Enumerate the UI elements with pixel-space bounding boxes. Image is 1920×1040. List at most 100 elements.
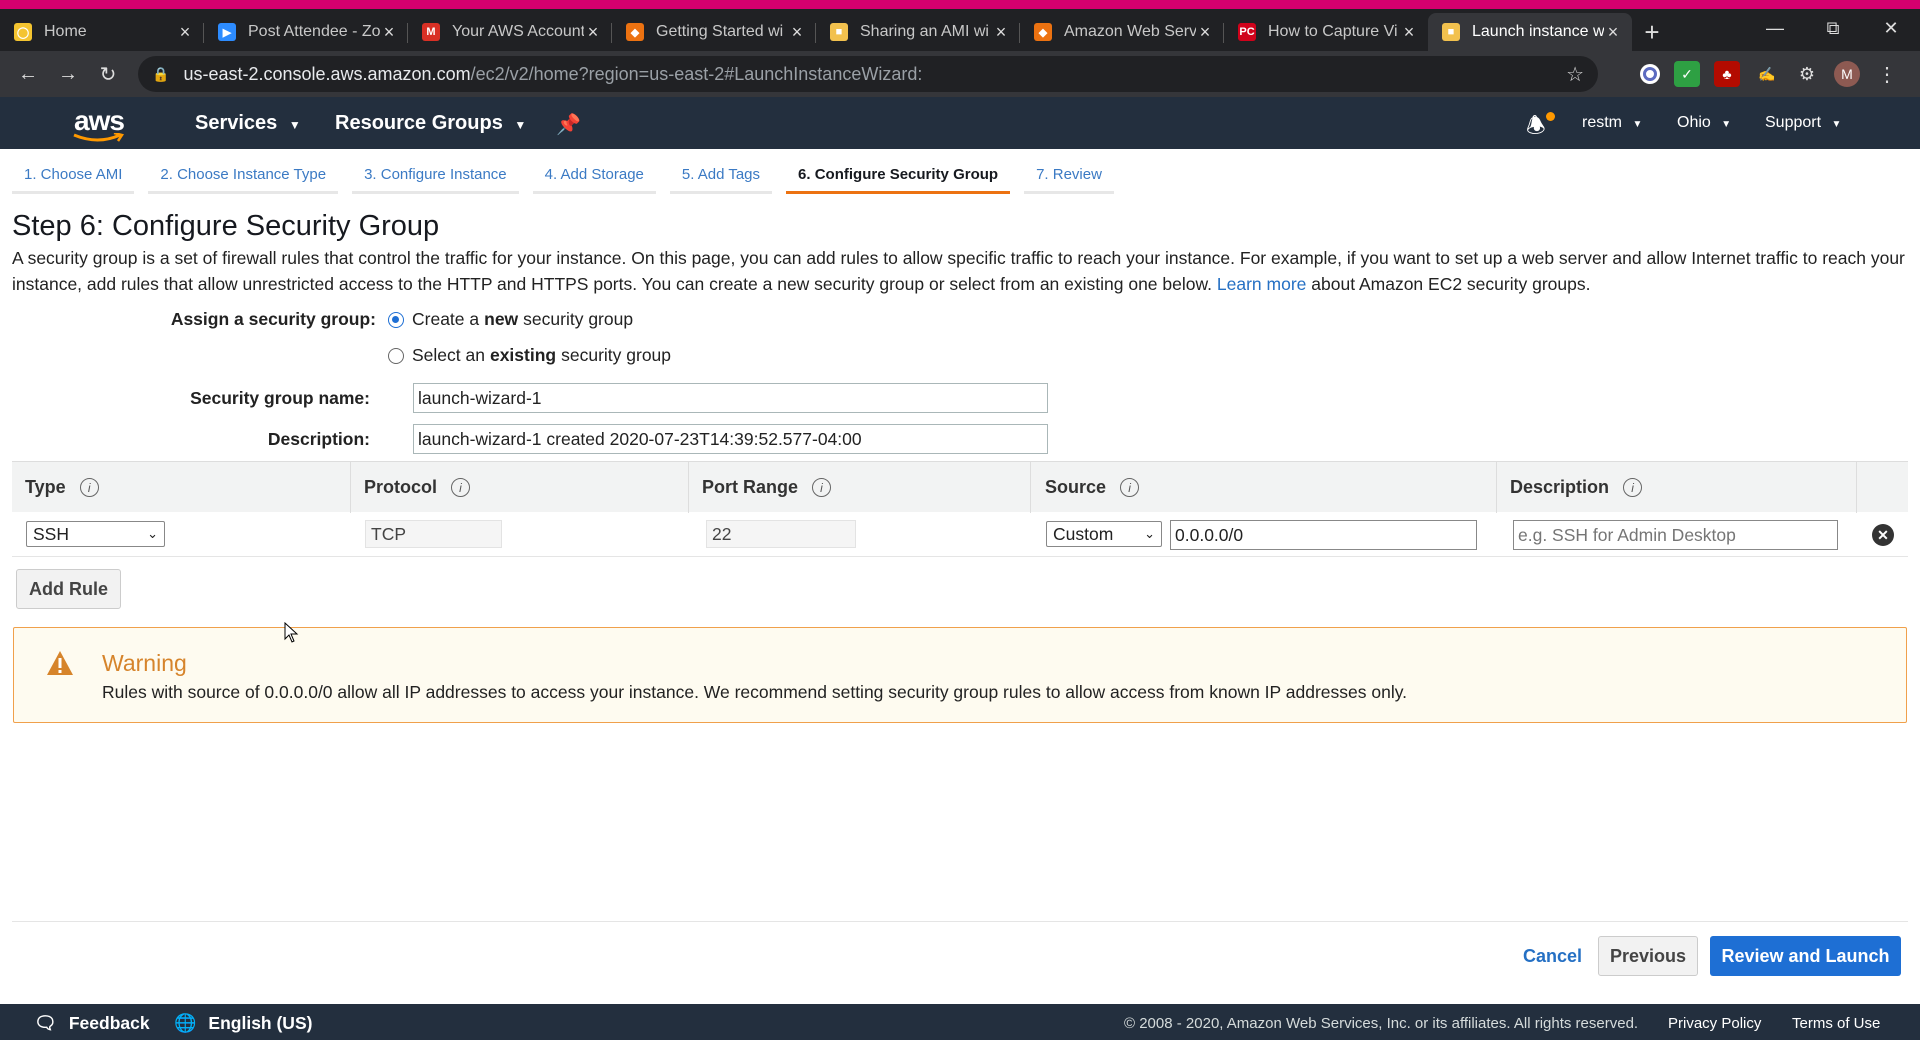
browser-tab[interactable]: ■ Sharing an AMI wi × xyxy=(816,13,1020,51)
radio-create-new[interactable]: Create a new security group xyxy=(388,309,633,330)
lock-icon: 🔒 xyxy=(152,65,170,82)
checkmark-extension-icon[interactable]: ✓ xyxy=(1674,61,1700,87)
col-protocol: Protocol i xyxy=(364,477,471,498)
services-menu[interactable]: Services ▼ xyxy=(195,112,301,135)
resource-groups-menu[interactable]: Resource Groups ▼ xyxy=(335,112,526,135)
step-add-tags[interactable]: 5. Add Tags xyxy=(669,149,773,194)
language-selector[interactable]: 🌐 English (US) xyxy=(174,1013,312,1034)
pc-icon: PC xyxy=(1238,23,1256,41)
feedback-label: Feedback xyxy=(68,1013,150,1033)
privacy-policy-link[interactable]: Privacy Policy xyxy=(1668,1015,1761,1032)
resource-groups-label: Resource Groups xyxy=(335,112,503,134)
close-tab-icon[interactable]: × xyxy=(1196,22,1214,43)
rules-table-header: Type i Protocol i Port Range i Source i Desc… xyxy=(12,461,1908,513)
page-description: A security group is a set of firewall ru… xyxy=(12,245,1912,297)
minimize-icon[interactable]: — xyxy=(1746,9,1804,47)
mouse-cursor-icon xyxy=(284,622,299,643)
browser-menu-icon[interactable]: ⋮ xyxy=(1874,61,1900,87)
browser-tab-title: Post Attendee - Zo xyxy=(248,23,380,40)
close-tab-icon[interactable]: × xyxy=(788,22,806,43)
close-tab-icon[interactable]: × xyxy=(584,22,602,43)
browser-tab[interactable]: ■ Launch instance wi × xyxy=(1428,13,1632,51)
intro-text-end: about Amazon EC2 security groups. xyxy=(1311,274,1591,294)
chevron-down-icon: ⌄ xyxy=(147,526,158,541)
col-description-label: Description xyxy=(1510,477,1610,497)
step-configure-instance[interactable]: 3. Configure Instance xyxy=(352,149,519,194)
region-menu[interactable]: Ohio ▼ xyxy=(1677,114,1731,132)
warning-message: Rules with source of 0.0.0.0/0 allow all… xyxy=(102,682,1408,702)
feedback-button[interactable]: 🗨 Feedback xyxy=(34,1013,150,1034)
info-icon[interactable]: i xyxy=(812,478,832,497)
step-choose-ami[interactable]: 1. Choose AMI xyxy=(12,149,135,194)
language-label: English (US) xyxy=(208,1013,313,1033)
col-port-range: Port Range i xyxy=(702,477,832,498)
rule-description-input[interactable] xyxy=(1513,520,1838,550)
browser-tab[interactable]: ◯ Home × xyxy=(0,13,204,51)
close-tab-icon[interactable]: × xyxy=(380,22,398,43)
radio-select-existing[interactable]: Select an existing security group xyxy=(388,345,671,366)
new-tab-icon[interactable]: + xyxy=(1632,13,1672,51)
browser-tab[interactable]: M Your AWS Account × xyxy=(408,13,612,51)
browser-tab-title: Launch instance wi xyxy=(1472,23,1604,40)
info-icon[interactable]: i xyxy=(451,478,471,497)
col-type-label: Type xyxy=(25,477,66,497)
close-tab-icon[interactable]: × xyxy=(1604,22,1622,43)
console-footer: 🗨 Feedback 🌐 English (US) © 2008 - 2020, A… xyxy=(0,1004,1920,1040)
info-icon[interactable]: i xyxy=(1623,478,1643,497)
step-add-storage[interactable]: 4. Add Storage xyxy=(532,149,656,194)
remove-rule-icon[interactable]: ✕ xyxy=(1872,524,1894,546)
terms-of-use-link[interactable]: Terms of Use xyxy=(1792,1015,1880,1032)
security-group-description-input[interactable]: launch-wizard-1 created 2020-07-23T14:39… xyxy=(413,424,1048,454)
security-group-name-input[interactable]: launch-wizard-1 xyxy=(413,383,1048,413)
info-icon[interactable]: i xyxy=(79,478,99,497)
radio-unselected-icon[interactable] xyxy=(388,347,404,364)
rule-type-select[interactable]: SSH ⌄ xyxy=(26,521,165,547)
pdf-extension-icon[interactable]: ♣ xyxy=(1714,61,1740,87)
browser-tab[interactable]: ◆ Getting Started wi × xyxy=(612,13,816,51)
step-choose-instance-type[interactable]: 2. Choose Instance Type xyxy=(148,149,339,194)
rule-source-cidr-input[interactable] xyxy=(1170,520,1477,550)
add-rule-button[interactable]: Add Rule xyxy=(16,569,121,609)
radio-create-text-end: security group xyxy=(523,309,634,329)
aws-logo[interactable]: aws xyxy=(73,105,125,142)
close-tab-icon[interactable]: × xyxy=(1400,22,1418,43)
radio-select-text: Select an xyxy=(412,345,485,365)
divider xyxy=(12,921,1908,922)
radio-select-text-end: security group xyxy=(561,345,672,365)
radio-create-bold: new xyxy=(484,309,519,329)
account-menu[interactable]: restm ▼ xyxy=(1582,114,1642,132)
notifications-bell-icon[interactable]: 🕭 xyxy=(1526,109,1555,147)
url-path: /ec2/v2/home?region=us-east-2#LaunchInst… xyxy=(470,63,923,84)
pin-icon[interactable]: 📌 xyxy=(556,112,581,137)
forward-icon[interactable]: → xyxy=(48,63,88,86)
browser-tab[interactable]: ▶ Post Attendee - Zo × xyxy=(204,13,408,51)
bookmark-star-icon[interactable]: ☆ xyxy=(1566,62,1584,87)
close-tab-icon[interactable]: × xyxy=(992,22,1010,43)
support-menu[interactable]: Support ▼ xyxy=(1765,114,1841,132)
extensions-area: ✓ ♣ ✍ ⚙ M ⋮ xyxy=(1640,61,1900,87)
rule-source-select[interactable]: Custom ⌄ xyxy=(1046,521,1162,547)
reload-icon[interactable]: ↻ xyxy=(88,62,128,87)
step-review[interactable]: 7. Review xyxy=(1024,149,1114,194)
review-and-launch-button[interactable]: Review and Launch xyxy=(1710,936,1901,976)
chevron-down-icon: ▼ xyxy=(288,118,301,132)
profile-avatar[interactable]: M xyxy=(1834,61,1860,87)
info-icon[interactable]: i xyxy=(1120,478,1140,497)
region-name: Ohio xyxy=(1677,114,1711,131)
browser-tab[interactable]: ◆ Amazon Web Serv × xyxy=(1020,13,1224,51)
sign-extension-icon[interactable]: ✍ xyxy=(1754,61,1780,87)
puzzle-extensions-icon[interactable]: ⚙ xyxy=(1794,61,1820,87)
browser-tab[interactable]: PC How to Capture Vi × xyxy=(1224,13,1428,51)
address-bar: ← → ↻ 🔒 us-east-2.console.aws.amazon.com… xyxy=(0,51,1920,97)
step-configure-security-group[interactable]: 6. Configure Security Group xyxy=(786,149,1011,194)
close-window-icon[interactable]: ✕ xyxy=(1862,9,1920,47)
cancel-link[interactable]: Cancel xyxy=(1523,946,1582,967)
restore-icon[interactable]: ⧉ xyxy=(1804,9,1862,47)
url-input[interactable]: 🔒 us-east-2.console.aws.amazon.com/ec2/v… xyxy=(138,56,1598,92)
learn-more-link[interactable]: Learn more xyxy=(1217,274,1307,294)
close-tab-icon[interactable]: × xyxy=(176,22,194,43)
radio-selected-icon[interactable] xyxy=(388,311,404,328)
blocker-extension-icon[interactable] xyxy=(1640,64,1660,84)
back-icon[interactable]: ← xyxy=(8,63,48,86)
previous-button[interactable]: Previous xyxy=(1598,936,1698,976)
